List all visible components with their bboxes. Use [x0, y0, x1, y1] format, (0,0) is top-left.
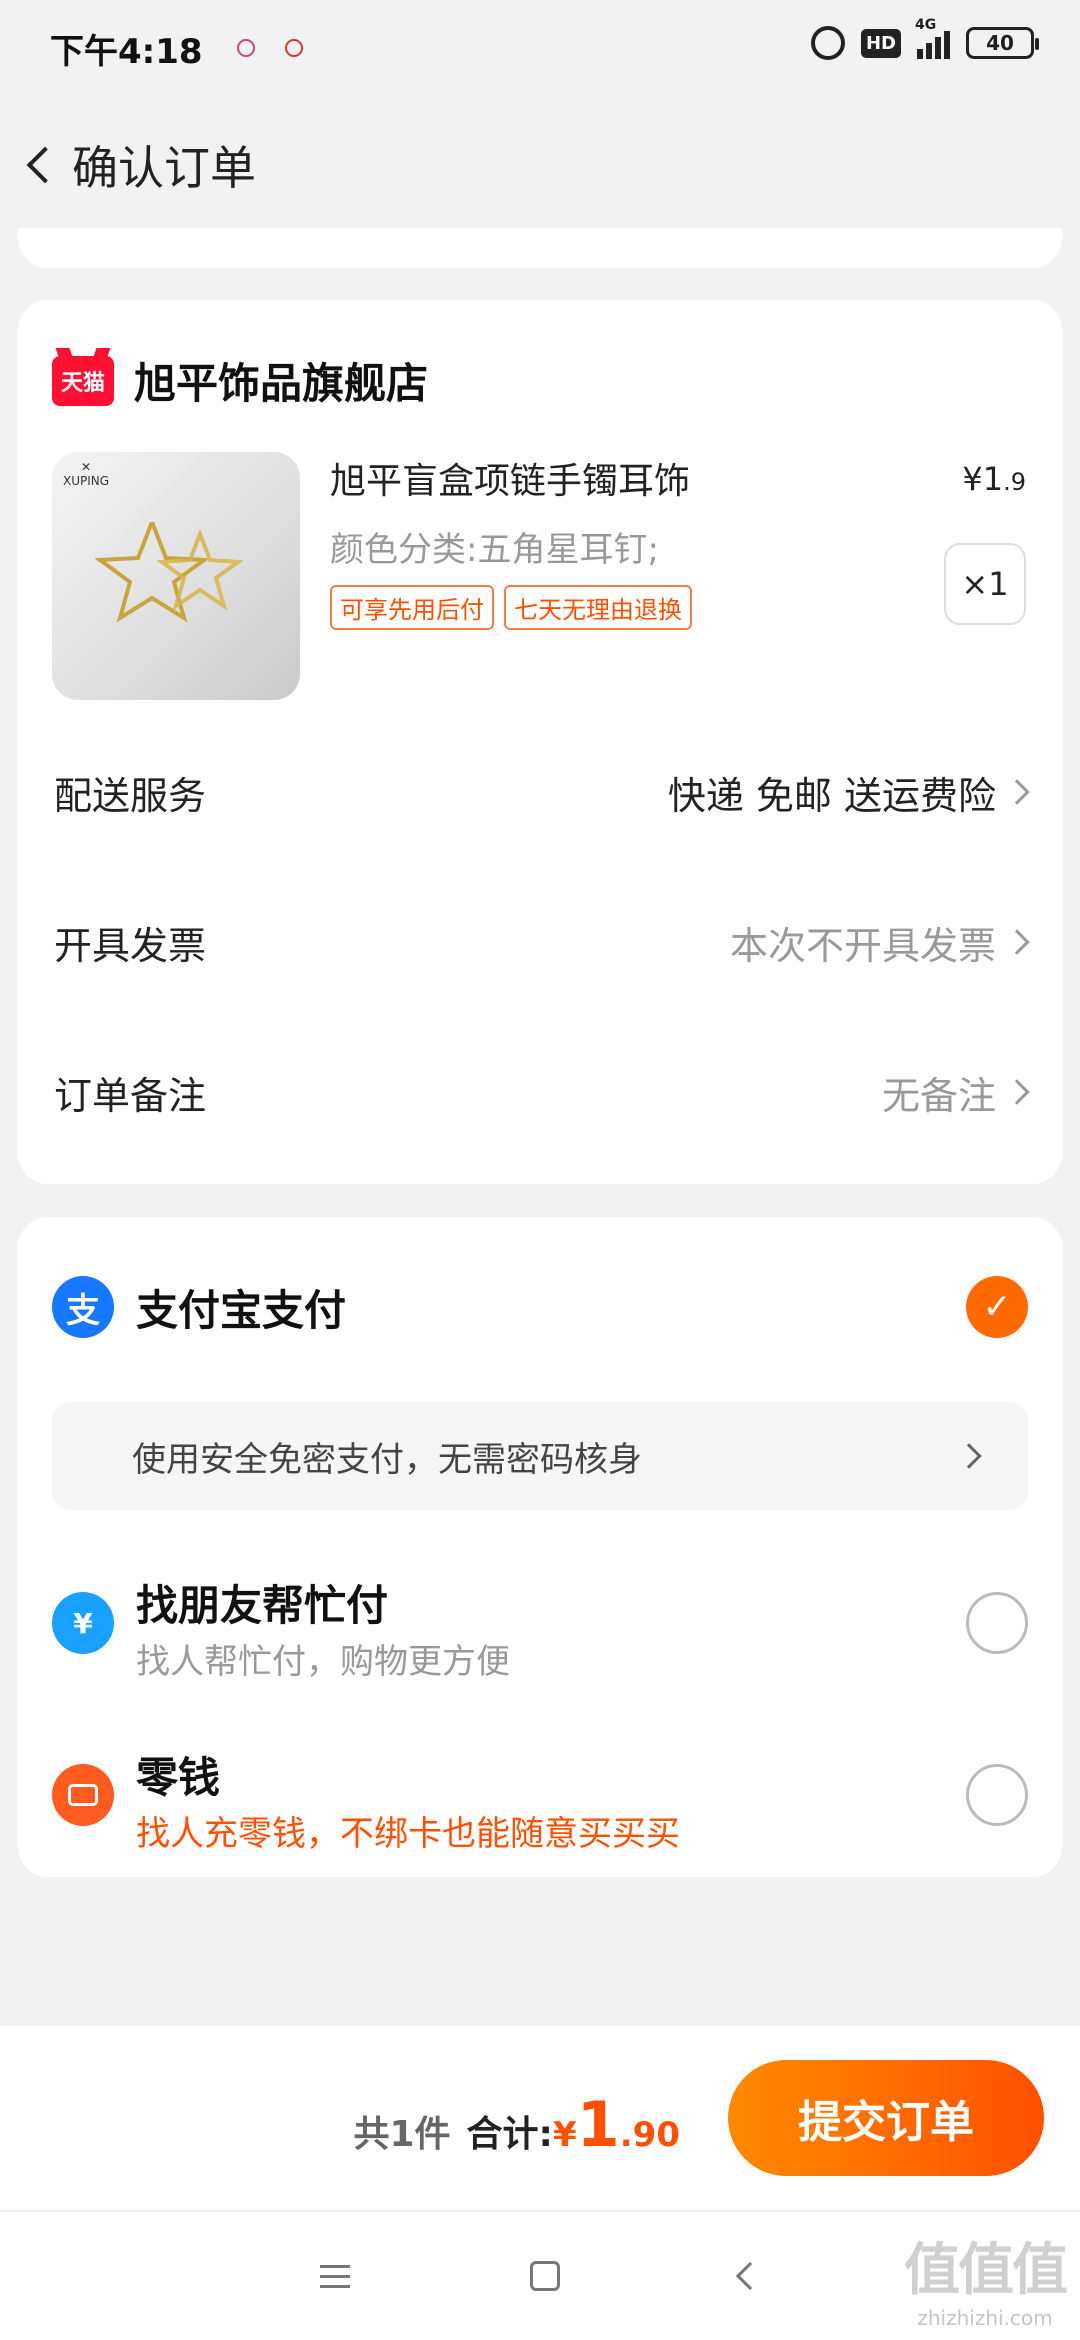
friend-pay-subtitle: 找人帮忙付，购物更方便: [136, 1642, 510, 1682]
product-sku[interactable]: 颜色分类:五角星耳钉;: [330, 522, 659, 571]
payment-option-friend[interactable]: ¥ 找朋友帮忙付 找人帮忙付，购物更方便: [52, 1572, 1028, 1692]
notification-icon: [284, 39, 303, 57]
item-count: 共1件: [353, 2114, 451, 2155]
radio-unchecked-icon[interactable]: [966, 1764, 1028, 1826]
total-amount: ¥1.90: [552, 2088, 680, 2161]
tmall-logo: 天猫: [52, 355, 114, 406]
address-card-bottom: [18, 228, 1062, 268]
order-total: 共1件 合计: ¥1.90: [353, 2088, 680, 2161]
payment-option-alipay[interactable]: 支 支付宝支付 ✓: [52, 1267, 1028, 1347]
status-bar: 下午4:18 HD 4G 40: [0, 0, 1080, 96]
radio-unchecked-icon[interactable]: [966, 1592, 1028, 1654]
promo-text: 使用安全免密支付，无需密码核身: [132, 1439, 642, 1480]
system-nav-bar: 值值值 zhizhizhi.com: [0, 2210, 1080, 2340]
password-free-promo[interactable]: 使用安全免密支付，无需密码核身: [52, 1402, 1028, 1510]
status-time: 下午4:18: [50, 31, 203, 72]
shop-name: 旭平饰品旗舰店: [134, 359, 429, 408]
alipay-icon: 支: [52, 1276, 114, 1338]
delivery-service-row[interactable]: 配送服务 快递 免邮 送运费险: [54, 762, 1030, 822]
submit-order-button[interactable]: 提交订单: [728, 2060, 1044, 2176]
product-price: ¥1.9: [962, 460, 1026, 498]
chevron-right-icon: [1004, 929, 1030, 955]
change-pay-title: 零钱: [136, 1753, 221, 1802]
chevron-right-icon: [1004, 1079, 1030, 1105]
back-icon[interactable]: [0, 110, 70, 220]
friend-pay-title: 找朋友帮忙付: [136, 1581, 389, 1630]
payment-card: 支 支付宝支付 ✓ 使用安全免密支付，无需密码核身 ¥ 找朋友帮忙付 找人帮忙付…: [18, 1217, 1062, 1877]
order-note-value: 无备注: [882, 1065, 1030, 1120]
payment-option-change[interactable]: 零钱 找人充零钱，不绑卡也能随意买买买: [52, 1744, 1028, 1864]
alipay-label: 支付宝支付: [136, 1285, 347, 1335]
order-note-row[interactable]: 订单备注 无备注: [54, 1062, 1030, 1122]
hd-icon: HD: [860, 28, 901, 58]
home-icon[interactable]: [530, 2261, 560, 2291]
delivery-service-label: 配送服务: [54, 773, 207, 818]
checkout-bar: 共1件 合计: ¥1.90 提交订单: [0, 2026, 1080, 2210]
signal-icon: 4G: [915, 17, 950, 59]
chevron-right-icon: [1004, 779, 1030, 805]
quantity-stepper[interactable]: ×1: [944, 543, 1026, 625]
radio-checked-icon[interactable]: ✓: [966, 1276, 1028, 1338]
back-icon[interactable]: [735, 2261, 765, 2291]
menu-icon[interactable]: [320, 2264, 350, 2288]
wallet-icon: [52, 1764, 114, 1826]
invoice-row[interactable]: 开具发票 本次不开具发票: [54, 912, 1030, 972]
alarm-icon: [810, 26, 845, 60]
tag-pay-later: 可享先用后付: [330, 585, 494, 630]
tag-seven-day-return: 七天无理由退换: [504, 585, 692, 630]
product-image[interactable]: ✕ XUPING: [52, 452, 300, 700]
notification-icon: [236, 39, 255, 57]
delivery-service-value: 快递 免邮 送运费险: [668, 765, 1030, 820]
invoice-label: 开具发票: [54, 923, 207, 968]
friend-pay-icon: ¥: [52, 1592, 114, 1654]
invoice-value: 本次不开具发票: [730, 915, 1030, 970]
order-card: 天猫 旭平饰品旗舰店 ✕ XUPING 旭平盲盒项链手镯耳饰 ¥1.9 颜色分类:…: [18, 300, 1062, 1184]
product-title[interactable]: 旭平盲盒项链手镯耳饰: [330, 452, 690, 504]
battery-icon: 40: [966, 27, 1039, 59]
nav-bar: 确认订单: [0, 110, 1080, 220]
total-label: 合计:: [466, 2114, 553, 2155]
chevron-right-icon: [956, 1443, 982, 1469]
shop-header[interactable]: 天猫 旭平饰品旗舰店: [52, 350, 428, 411]
watermark: 值值值 zhizhizhi.com: [904, 2238, 1068, 2330]
order-note-label: 订单备注: [54, 1073, 207, 1118]
star-earring-illustration: [94, 522, 244, 623]
product-brand-logo: ✕ XUPING: [62, 460, 110, 488]
product-tags: 可享先用后付 七天无理由退换: [330, 585, 692, 630]
change-pay-subtitle: 找人充零钱，不绑卡也能随意买买买: [136, 1814, 680, 1854]
page-title: 确认订单: [72, 141, 256, 195]
